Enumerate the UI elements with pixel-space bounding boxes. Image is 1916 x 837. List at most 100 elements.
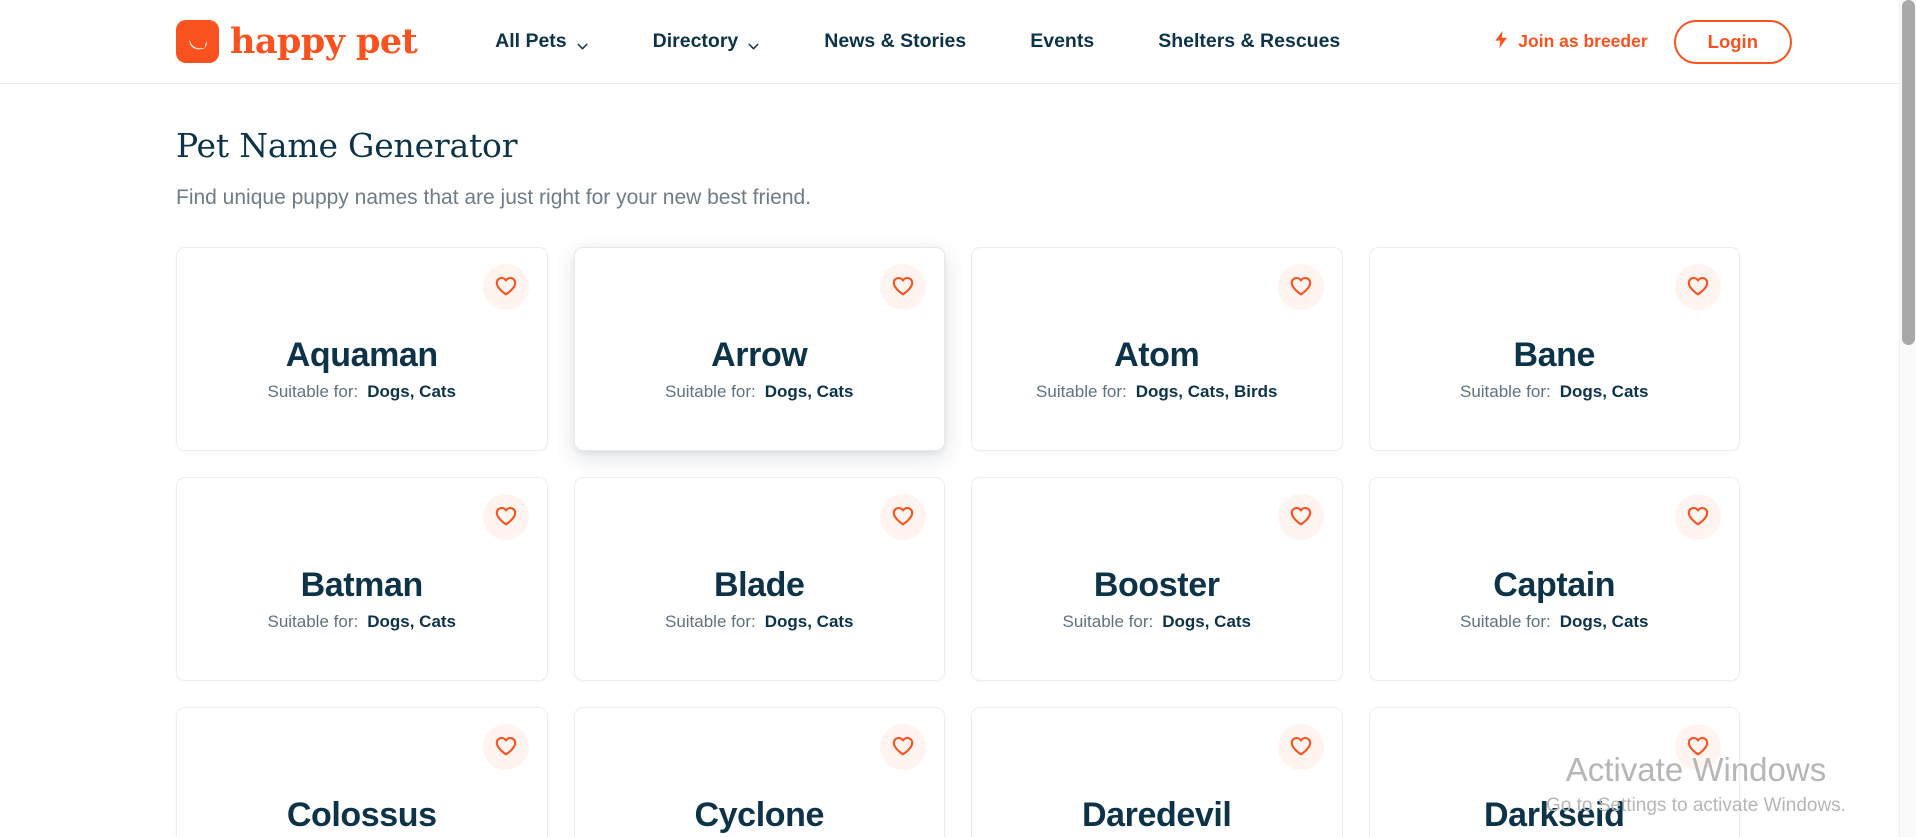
app-page: happy pet All Pets Directory News & Stor… — [0, 0, 1916, 837]
heart-outline-icon — [1289, 274, 1313, 301]
suitable-for-value: Dogs, Cats — [1559, 612, 1649, 632]
heart-outline-icon — [1289, 504, 1313, 531]
favorite-button[interactable] — [880, 724, 926, 771]
pet-name-label: Cyclone — [694, 796, 825, 835]
main-content: Pet Name Generator Find unique puppy nam… — [0, 84, 1916, 837]
suitable-for-label: Suitable for: — [1459, 382, 1551, 402]
favorite-button[interactable] — [482, 264, 529, 311]
pet-name-card[interactable]: Cyclone — [573, 707, 945, 837]
favorite-button[interactable] — [1675, 264, 1721, 311]
favorite-button[interactable] — [1675, 494, 1721, 541]
lightning-bolt-icon — [1494, 30, 1509, 54]
brand-logo[interactable]: happy pet — [176, 20, 418, 63]
nav-item-directory[interactable]: Directory — [653, 24, 761, 59]
favorite-button[interactable] — [880, 264, 926, 311]
pet-name-card[interactable]: Aquaman Suitable for: Dogs, Cats — [176, 247, 548, 452]
pet-name-grid: Aquaman Suitable for: Dogs, Cats Arrow Suita… — [176, 247, 1740, 837]
heart-outline-icon — [1686, 734, 1710, 761]
pet-name-card[interactable]: Colossus — [176, 707, 548, 837]
pet-name-label: Batman — [300, 566, 424, 605]
pet-name-label: Darkseid — [1484, 796, 1625, 835]
suitable-for-label: Suitable for: — [267, 382, 359, 402]
nav-item-label: All Pets — [495, 30, 567, 52]
favorite-button[interactable] — [1277, 724, 1324, 771]
pet-name-label: Colossus — [286, 796, 437, 835]
page-subtitle: Find unique puppy names that are just ri… — [176, 185, 812, 209]
suitable-for-value: Dogs, Cats — [1559, 382, 1649, 402]
pet-name-card[interactable]: Blade Suitable for: Dogs, Cats — [573, 477, 945, 682]
pet-name-card[interactable]: Daredevil — [971, 707, 1343, 837]
favorite-button[interactable] — [1277, 264, 1324, 311]
page-scrollbar-track[interactable] — [1899, 0, 1916, 837]
main-nav: All Pets Directory News & Stories Events… — [495, 24, 1340, 59]
favorite-button[interactable] — [1277, 494, 1324, 541]
happy-pet-crescent-logo-icon — [176, 20, 219, 63]
heart-outline-icon — [891, 504, 915, 531]
page-title: Pet Name Generator — [176, 126, 518, 165]
heart-outline-icon — [1686, 504, 1710, 531]
pet-name-card[interactable]: Batman Suitable for: Dogs, Cats — [176, 477, 548, 682]
suitable-for-value: Dogs, Cats — [367, 612, 457, 632]
suitable-for-label: Suitable for: — [1062, 612, 1154, 632]
suitable-for-row: Suitable for: Dogs, Cats — [177, 382, 547, 402]
suitable-for-row: Suitable for: Dogs, Cats — [575, 612, 945, 632]
favorite-button[interactable] — [482, 724, 529, 771]
pet-name-card[interactable]: Darkseid — [1368, 707, 1740, 837]
join-as-breeder-label: Join as breeder — [1518, 31, 1648, 51]
suitable-for-value: Dogs, Cats, Birds — [1135, 382, 1278, 402]
favorite-button[interactable] — [880, 494, 926, 541]
heart-outline-icon — [494, 734, 518, 761]
heart-outline-icon — [1686, 274, 1710, 301]
pet-name-label: Blade — [713, 566, 805, 605]
pet-name-card[interactable]: Atom Suitable for: Dogs, Cats, Birds — [971, 247, 1343, 452]
suitable-for-row: Suitable for: Dogs, Cats — [1370, 382, 1740, 402]
suitable-for-row: Suitable for: Dogs, Cats — [177, 612, 547, 632]
pet-name-label: Booster — [1093, 566, 1220, 605]
suitable-for-value: Dogs, Cats — [367, 382, 457, 402]
suitable-for-row: Suitable for: Dogs, Cats — [972, 612, 1342, 632]
heart-outline-icon — [891, 734, 915, 761]
suitable-for-value: Dogs, Cats — [764, 612, 854, 632]
suitable-for-value: Dogs, Cats — [764, 382, 854, 402]
heart-outline-icon — [494, 504, 518, 531]
heart-outline-icon — [1289, 734, 1313, 761]
chevron-down-icon — [576, 36, 589, 50]
pet-name-card[interactable]: Arrow Suitable for: Dogs, Cats — [573, 247, 945, 452]
suitable-for-row: Suitable for: Dogs, Cats — [1370, 612, 1740, 632]
pet-name-label: Captain — [1493, 566, 1616, 605]
suitable-for-label: Suitable for: — [1036, 382, 1127, 402]
page-scrollbar-thumb[interactable] — [1902, 0, 1915, 345]
suitable-for-label: Suitable for: — [664, 612, 756, 632]
favorite-button[interactable] — [482, 494, 529, 541]
pet-name-label: Daredevil — [1082, 796, 1232, 835]
suitable-for-row: Suitable for: Dogs, Cats, Birds — [972, 382, 1342, 402]
pet-name-label: Atom — [1114, 336, 1200, 375]
nav-item-all-pets[interactable]: All Pets — [495, 24, 589, 59]
nav-item-label: News & Stories — [824, 30, 967, 52]
header-actions: Join as breeder Login — [1494, 19, 1892, 64]
suitable-for-label: Suitable for: — [664, 382, 756, 402]
nav-item-label: Directory — [652, 30, 739, 52]
pet-name-label: Aquaman — [285, 336, 439, 375]
site-header: happy pet All Pets Directory News & Stor… — [0, 0, 1916, 84]
favorite-button[interactable] — [1675, 724, 1721, 771]
nav-item-label: Shelters & Rescues — [1158, 30, 1341, 52]
pet-name-card[interactable]: Booster Suitable for: Dogs, Cats — [971, 477, 1343, 682]
pet-name-card[interactable]: Bane Suitable for: Dogs, Cats — [1368, 247, 1740, 452]
pet-name-card[interactable]: Captain Suitable for: Dogs, Cats — [1368, 477, 1740, 682]
suitable-for-value: Dogs, Cats — [1162, 612, 1252, 632]
pet-name-label: Arrow — [711, 336, 808, 375]
nav-item-shelters-and-rescues[interactable]: Shelters & Rescues — [1158, 24, 1340, 59]
join-as-breeder-link[interactable]: Join as breeder — [1494, 30, 1648, 54]
login-button[interactable]: Login — [1673, 19, 1792, 64]
brand-wordmark: happy pet — [230, 21, 418, 62]
heart-outline-icon — [494, 274, 518, 301]
nav-item-events[interactable]: Events — [1030, 24, 1094, 59]
pet-name-label: Bane — [1513, 336, 1596, 375]
heart-outline-icon — [891, 274, 915, 301]
chevron-down-icon — [747, 36, 760, 50]
suitable-for-label: Suitable for: — [267, 612, 359, 632]
suitable-for-row: Suitable for: Dogs, Cats — [575, 382, 945, 402]
suitable-for-label: Suitable for: — [1459, 612, 1551, 632]
nav-item-news-and-stories[interactable]: News & Stories — [824, 24, 966, 59]
